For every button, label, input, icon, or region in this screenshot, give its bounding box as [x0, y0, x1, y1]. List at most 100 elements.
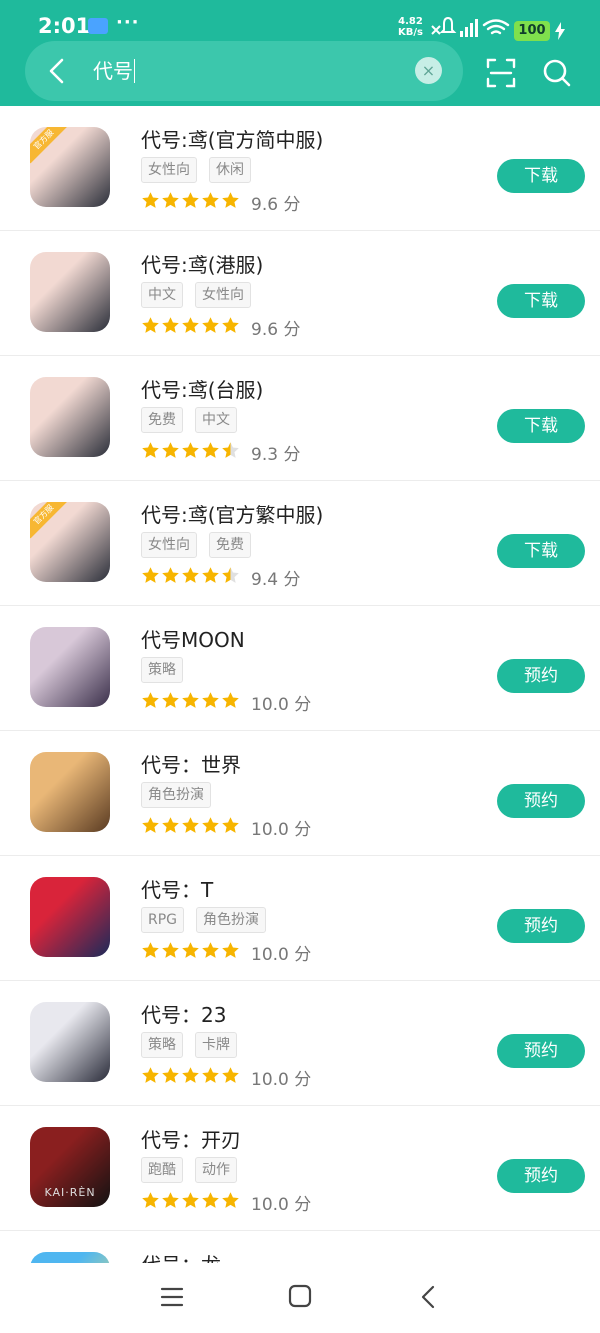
star-icon	[222, 942, 239, 958]
rating-stars	[141, 566, 241, 589]
reserve-button[interactable]: 预约	[497, 784, 585, 818]
rating-stars	[141, 191, 241, 214]
download-button[interactable]: 下载	[497, 534, 585, 568]
mute-icon	[431, 25, 441, 35]
nav-back-icon[interactable]	[418, 1284, 438, 1310]
app-name[interactable]: 代号MOON	[141, 624, 245, 653]
app-icon[interactable]	[30, 1002, 110, 1082]
download-button[interactable]: 下载	[497, 409, 585, 443]
app-name[interactable]: 代号:鸢(官方繁中服)	[141, 499, 323, 528]
official-badge: 官方服	[30, 127, 68, 164]
star-icon	[162, 692, 179, 708]
app-tags: 策略 卡牌	[141, 1032, 249, 1058]
network-speed-unit: KB/s	[398, 27, 423, 38]
app-tag: RPG	[141, 907, 185, 933]
app-tag: 女性向	[141, 532, 197, 558]
app-list-item[interactable]: 代号MOON 策略 10.0 分 预约	[0, 606, 600, 731]
star-icon	[222, 567, 239, 583]
app-rating: 9.6 分	[141, 315, 301, 340]
clear-search-button[interactable]: ×	[415, 57, 442, 84]
star-icon	[222, 817, 239, 833]
app-list-item[interactable]: 代号:鸢(港服) 中文 女性向 9.6 分下载	[0, 231, 600, 356]
network-speed: 4.82 KB/s	[398, 16, 423, 38]
app-name[interactable]: 代号:鸢(台服)	[141, 374, 263, 403]
app-icon[interactable]	[30, 377, 110, 457]
star-icon	[222, 442, 239, 458]
app-name[interactable]: 代号：23	[141, 999, 226, 1028]
star-icon	[142, 942, 159, 958]
star-icon	[162, 1067, 179, 1083]
rating-score: 10.0 分	[251, 1070, 312, 1090]
app-tag: 休闲	[209, 157, 251, 183]
app-list-item[interactable]: 官方服 代号:鸢(官方简中服) 女性向 休闲 9.6 分下载	[0, 106, 600, 231]
star-icon	[182, 317, 199, 333]
app-icon[interactable]: 官方服	[30, 127, 110, 207]
rating-stars	[141, 316, 241, 339]
app-tag: 免费	[209, 532, 251, 558]
home-icon[interactable]	[288, 1284, 312, 1308]
app-icon[interactable]	[30, 752, 110, 832]
rating-score: 9.3 分	[251, 445, 301, 465]
star-icon	[162, 442, 179, 458]
star-icon	[202, 442, 219, 458]
app-list-item[interactable]: 官方服 代号:鸢(官方繁中服) 女性向 免费 9.4 分 下载	[0, 481, 600, 606]
app-icon-text: KAI·RÈN	[44, 1186, 96, 1199]
app-rating: 9.4 分	[141, 565, 300, 590]
download-button[interactable]: 下载	[497, 284, 585, 318]
app-list-item[interactable]: 代号:鸢(台服) 免费 中文 9.3 分下载	[0, 356, 600, 481]
app-name[interactable]: 代号:鸢(官方简中服)	[141, 124, 323, 153]
app-list-item[interactable]: KAI·RÈN 代号：开刃跑酷 动作 10.0 分 预约	[0, 1106, 600, 1231]
reserve-button[interactable]: 预约	[497, 1034, 585, 1068]
app-name[interactable]: 代号：开刃	[141, 1124, 241, 1153]
app-name[interactable]: 代号：T	[141, 874, 213, 903]
star-icon	[222, 317, 239, 333]
star-icon	[202, 317, 219, 333]
rating-score: 10.0 分	[251, 1195, 312, 1215]
app-list-item[interactable]: 代号：23 策略 卡牌 10.0 分 预约	[0, 981, 600, 1106]
app-icon[interactable]	[30, 252, 110, 332]
app-icon[interactable]: KAI·RÈN	[30, 1127, 110, 1207]
app-name[interactable]: 代号：世界	[141, 749, 241, 778]
app-rating: 9.3 分	[141, 440, 301, 465]
rating-stars	[141, 441, 241, 464]
search-query: 代号	[93, 59, 133, 83]
download-button[interactable]: 下载	[497, 159, 585, 193]
reserve-button[interactable]: 预约	[497, 909, 585, 943]
star-icon	[202, 692, 219, 708]
star-icon	[202, 817, 219, 833]
app-rating: 10.0 分	[141, 815, 312, 840]
star-icon	[142, 192, 159, 208]
recent-apps-icon[interactable]	[160, 1285, 184, 1309]
reserve-button[interactable]: 预约	[497, 1159, 585, 1193]
search-input[interactable]: 代号	[93, 58, 393, 84]
app-list-item[interactable]: 代号：世界 角色扮演 10.0 分 预约	[0, 731, 600, 856]
app-tags: 女性向 免费	[141, 532, 263, 558]
star-icon	[202, 192, 219, 208]
star-icon	[142, 317, 159, 333]
wifi-icon	[482, 19, 510, 35]
rating-score: 9.6 分	[251, 320, 301, 340]
back-icon[interactable]	[44, 57, 70, 85]
scan-icon[interactable]	[486, 58, 516, 88]
star-icon	[182, 1192, 199, 1208]
star-icon	[222, 1192, 239, 1208]
app-icon[interactable]	[30, 877, 110, 957]
star-icon	[162, 942, 179, 958]
star-icon	[162, 192, 179, 208]
star-icon	[182, 692, 199, 708]
app-icon[interactable]: 官方服	[30, 502, 110, 582]
star-icon	[142, 817, 159, 833]
app-tag: 女性向	[195, 282, 251, 308]
app-list-item[interactable]: 代号：T RPG 角色扮演 10.0 分 预约	[0, 856, 600, 981]
app-icon[interactable]	[30, 627, 110, 707]
rating-score: 10.0 分	[251, 945, 312, 965]
app-tags: 跑酷 动作	[141, 1157, 249, 1183]
app-name[interactable]: 代号:鸢(港服)	[141, 249, 263, 278]
rating-score: 10.0 分	[251, 820, 312, 840]
star-icon	[182, 567, 199, 583]
app-rating: 10.0 分	[141, 690, 311, 715]
star-icon	[202, 942, 219, 958]
reserve-button[interactable]: 预约	[497, 659, 585, 693]
search-icon[interactable]	[542, 58, 572, 88]
star-icon	[182, 942, 199, 958]
